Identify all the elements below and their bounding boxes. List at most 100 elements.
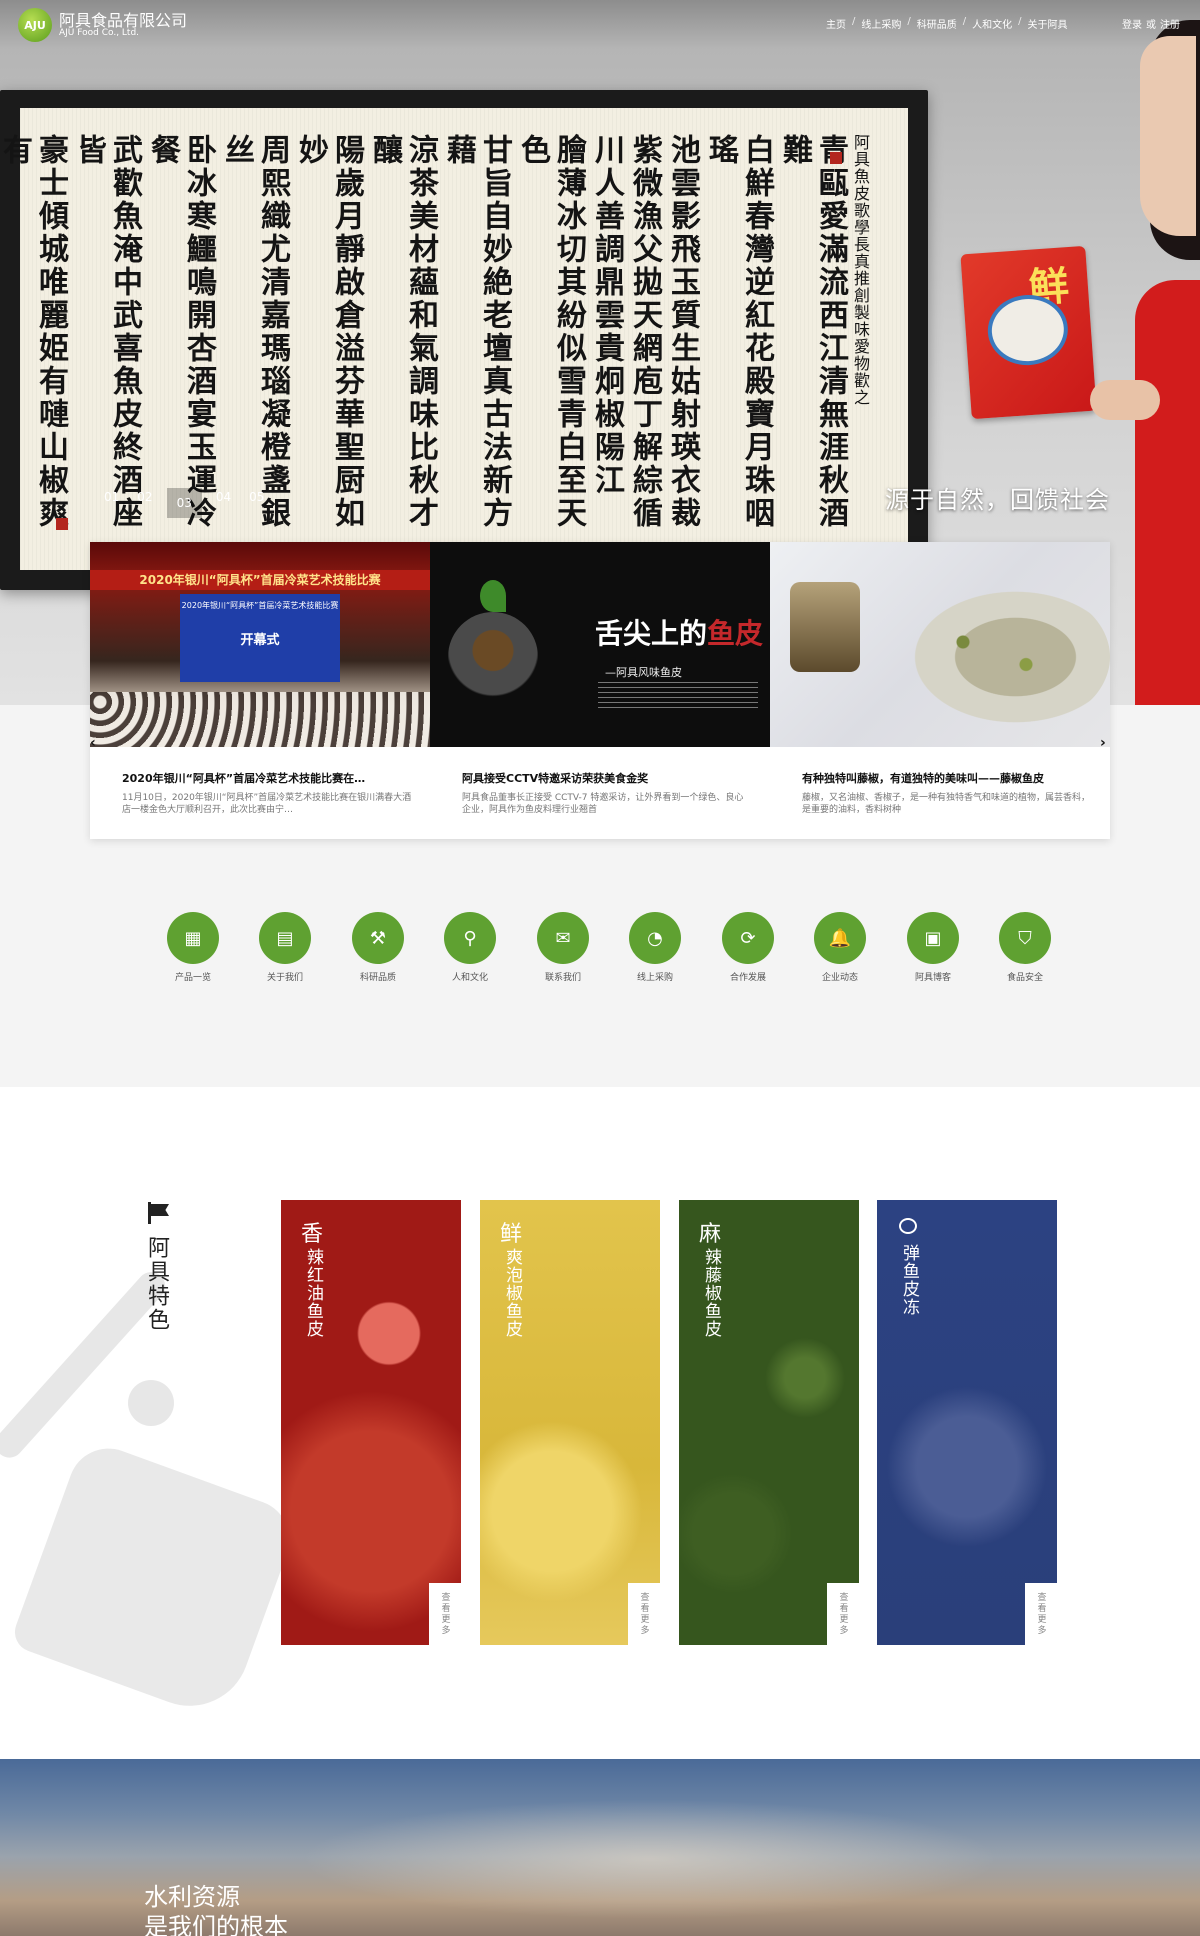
quick-link-news[interactable]: 🔔 企业动态 — [805, 912, 875, 983]
shield-icon: ⛉ — [999, 912, 1051, 964]
calligraphy-column: 青甌愛滿流西江清無涯秋酒難 — [777, 134, 848, 530]
news-image-banner: 2020年银川“阿具杯”首届冷菜艺术技能比赛 — [90, 570, 430, 590]
news-image[interactable]: 舌尖上的鱼皮 —阿具风味鱼皮 — [430, 542, 770, 747]
feature-card-char: 香 — [301, 1222, 324, 1247]
slide-dot[interactable]: 02 — [133, 488, 156, 518]
news-title[interactable]: 2020年银川“阿具杯”首届冷菜艺术技能比赛在… — [122, 770, 412, 786]
quick-link-culture[interactable]: ⚲ 人和文化 — [435, 912, 505, 983]
carousel-next-arrow[interactable]: › — [1100, 735, 1106, 751]
feature-card-text: 辣红油鱼皮 — [303, 1248, 323, 1338]
view-more-button[interactable]: 查看更多 — [429, 1583, 461, 1645]
feature-card-text: 弹鱼皮冻 — [899, 1244, 919, 1316]
quick-link-blog[interactable]: ▣ 阿具博客 — [898, 912, 968, 983]
slide-indicators: 01 02 03 04 05 — [100, 488, 268, 518]
quick-link-label: 产品一览 — [174, 973, 211, 983]
quick-link-label: 关于我们 — [266, 973, 303, 983]
feature-card[interactable]: 香 辣红油鱼皮 查看更多 — [281, 1200, 461, 1645]
news-image-title: 舌尖上的鱼皮 — [595, 617, 764, 650]
quick-link-label: 人和文化 — [451, 973, 488, 983]
calligraphy-column: 卧冰寒鱷鳴開杏酒宴玉運冷餐 — [145, 134, 216, 530]
quick-link-cooperation[interactable]: ⟳ 合作发展 — [713, 912, 783, 983]
screen-caption: 2020年银川“阿具杯”首届冷菜艺术技能比赛 — [181, 601, 339, 610]
quick-link-food-safety[interactable]: ⛉ 食品安全 — [990, 912, 1060, 983]
feature-card[interactable]: 鲜 爽泡椒鱼皮 查看更多 — [480, 1200, 660, 1645]
seal-stamp — [830, 152, 842, 164]
news-image[interactable]: 2020年银川“阿具杯”首届冷菜艺术技能比赛 2020年银川“阿具杯”首届冷菜艺… — [90, 542, 430, 747]
quick-link-research[interactable]: ⚒ 科研品质 — [343, 912, 413, 983]
quick-link-label: 合作发展 — [729, 973, 766, 983]
news-desc: 11月10日，2020年银川“阿具杯”首届冷菜艺术技能比赛在银川满春大酒店一楼金… — [122, 793, 412, 815]
calligraphy-column: 陽歲月靜啟倉溢芬華聖厨如妙 — [293, 134, 364, 530]
feature-title: 阿具特色 — [144, 1236, 169, 1332]
screen-title: 开幕式 — [240, 633, 280, 648]
nav-link-about[interactable]: 关于阿具 — [1028, 16, 1068, 31]
nav-separator: / — [1018, 16, 1022, 27]
news-image-subtitle: —阿具风味鱼皮 — [605, 666, 682, 679]
carousel-prev-arrow[interactable]: ‹ — [90, 735, 96, 751]
jar — [790, 582, 860, 672]
chat-bubble-icon — [899, 1218, 917, 1234]
quick-link-about[interactable]: ▤ 关于我们 — [250, 912, 320, 983]
section-title-line2: 是我们的根本 — [144, 1913, 288, 1936]
login-link[interactable]: 登录 — [1122, 16, 1142, 31]
calligraphy-text: 阿具魚皮歌學長真推創製味愛物歡之 青甌愛滿流西江清無涯秋酒難 白鮮春灣逆紅花殿寶月珠… — [0, 134, 870, 544]
pie-chart-icon: ◔ — [629, 912, 681, 964]
auth-or: 或 — [1146, 20, 1156, 31]
feature-card-text: 爽泡椒鱼皮 — [502, 1248, 522, 1338]
news-image-textlines — [598, 682, 758, 708]
quick-link-purchase[interactable]: ◔ 线上采购 — [620, 912, 690, 983]
nav-separator: / — [962, 16, 967, 27]
calligraphy-column: 池雲影飛玉質生姑射瑛衣裁 — [665, 134, 700, 530]
news-item[interactable]: 有种独特叫藤椒，有道独特的美味叫——藤椒鱼皮 藤椒，又名油椒、香椒子，是一种有独… — [770, 542, 1110, 839]
glass-bowl — [448, 612, 538, 722]
nav-link-home[interactable]: 主页 — [826, 16, 846, 31]
quick-link-label: 食品安全 — [1006, 973, 1043, 983]
calligraphy-column: 川人善調鼎雲貴炯椒陽江 — [589, 134, 624, 497]
nav-separator: / — [852, 16, 856, 27]
slide-dot[interactable]: 05 — [245, 488, 268, 518]
flag-icon — [148, 1202, 170, 1224]
clouds — [300, 1799, 1000, 1919]
calligraphy-column: 白鮮春灣逆紅花殿寶月珠咽瑤 — [703, 134, 774, 530]
news-carousel: 2020年银川“阿具杯”首届冷菜艺术技能比赛 2020年银川“阿具杯”首届冷菜艺… — [90, 542, 1110, 839]
anchor-icon: ⚲ — [444, 912, 496, 964]
feature-card[interactable]: 麻 辣藤椒鱼皮 查看更多 — [679, 1200, 859, 1645]
news-image-screen: 2020年银川“阿具杯”首届冷菜艺术技能比赛 开幕式 — [180, 594, 340, 682]
bell-icon: 🔔 — [814, 912, 866, 964]
food-pile — [900, 582, 1110, 732]
page: 阿具魚皮歌學長真推創製味愛物歡之 青甌愛滿流西江清無涯秋酒難 白鮮春灣逆紅花殿寶月珠… — [0, 0, 1200, 1936]
company-name-en: AJU Food Co., Ltd. — [59, 28, 140, 38]
news-image[interactable] — [770, 542, 1110, 747]
news-title[interactable]: 有种独特叫藤椒，有道独特的美味叫——藤椒鱼皮 — [802, 770, 1092, 786]
logo-text: AJU — [24, 18, 46, 32]
company-logo[interactable]: AJU — [18, 8, 52, 42]
slide-dot-active[interactable]: 03 — [166, 488, 202, 518]
quick-link-products[interactable]: ▦ 产品一览 — [158, 912, 228, 983]
nav-link-culture[interactable]: 人和文化 — [972, 16, 1012, 31]
view-more-button[interactable]: 查看更多 — [628, 1583, 660, 1645]
news-desc: 藤椒，又名油椒、香椒子，是一种有独特香气和味道的植物，属芸香科，是重要的油料，香… — [802, 793, 1091, 815]
quick-link-label: 线上采购 — [636, 973, 673, 983]
calligraphy-column: 武歡魚淹中武喜魚皮終酒座皆 — [71, 134, 142, 530]
slide-dot[interactable]: 01 — [100, 488, 123, 518]
grid-icon: ▦ — [167, 912, 219, 964]
nav-link-research[interactable]: 科研品质 — [917, 16, 957, 31]
mail-icon: ✉ — [537, 912, 589, 964]
garnish — [480, 580, 506, 612]
view-more-button[interactable]: 查看更多 — [827, 1583, 859, 1645]
quick-link-label: 科研品质 — [359, 973, 396, 983]
feature-card-text: 辣藤椒鱼皮 — [701, 1248, 721, 1338]
book-icon: ▤ — [259, 912, 311, 964]
feature-card[interactable]: 弹鱼皮冻 查看更多 — [877, 1200, 1057, 1645]
register-link[interactable]: 注册 — [1160, 16, 1180, 31]
news-title[interactable]: 阿具接受CCTV特邀采访荣获美食金奖 — [462, 770, 752, 786]
image-icon: ▣ — [907, 912, 959, 964]
nav-link-purchase[interactable]: 线上采购 — [861, 16, 901, 31]
quick-link-contact[interactable]: ✉ 联系我们 — [528, 912, 598, 983]
view-more-button[interactable]: 查看更多 — [1025, 1583, 1057, 1645]
news-item[interactable]: 舌尖上的鱼皮 —阿具风味鱼皮 阿具接受CCTV特邀采访荣获美食金奖 阿具食品董事… — [430, 542, 770, 839]
slide-dot[interactable]: 04 — [212, 488, 235, 518]
top-nav: AJU 阿具食品有限公司 AJU Food Co., Ltd. 主页 / 线上采… — [0, 0, 1200, 48]
news-item[interactable]: 2020年银川“阿具杯”首届冷菜艺术技能比赛 2020年银川“阿具杯”首届冷菜艺… — [90, 542, 430, 839]
calligraphy-column: 膾薄冰切其紛似雪青白至天色 — [515, 134, 586, 530]
